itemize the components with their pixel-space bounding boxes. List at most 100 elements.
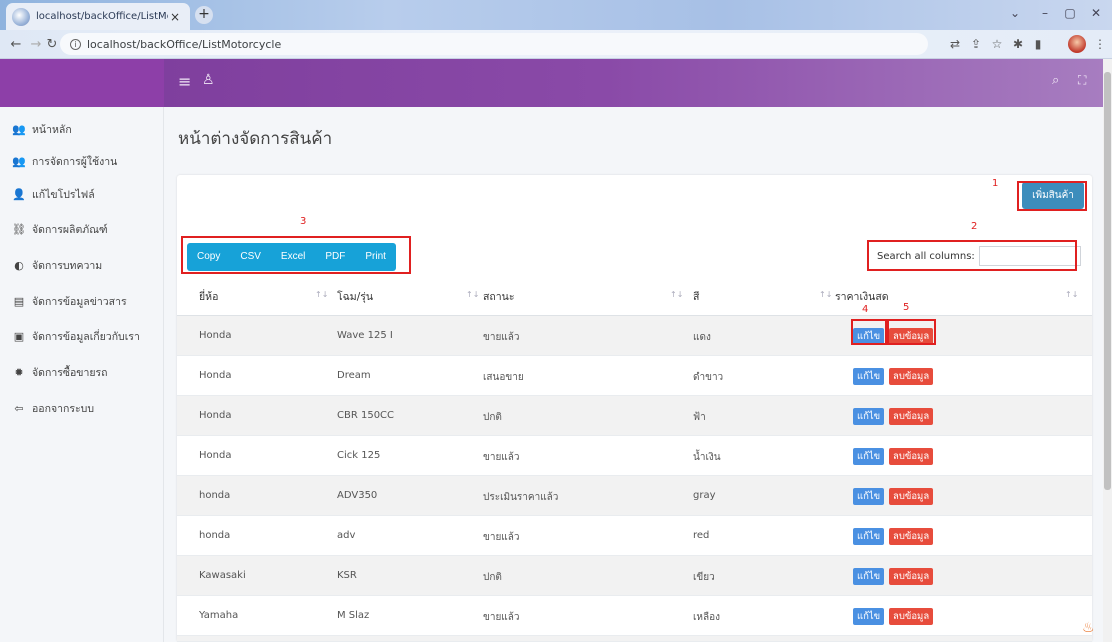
page-title: หน้าต่างจัดการสินค้า [178, 129, 333, 149]
half-circle-icon: ◐ [14, 258, 24, 272]
sidepanel-icon[interactable]: ▮ [1030, 36, 1046, 52]
add-product-button[interactable]: เพิ่มสินค้า [1022, 182, 1084, 209]
delete-button[interactable]: ลบข้อมูล [889, 528, 934, 545]
delete-button[interactable]: ลบข้อมูล [889, 488, 934, 505]
cell-brand: Honda [199, 410, 232, 421]
cell-brand: Yamaha [199, 610, 239, 621]
column-header-model[interactable]: โฉม/รุ่น [337, 288, 373, 305]
table-row: Honda CBR 150CC ปกติ ฟ้า แก้ไข ลบข้อมูล [177, 396, 1092, 436]
sidebar-item-user-management[interactable]: 👥 การจัดการผู้ใช้งาน [12, 151, 162, 171]
url-field[interactable]: i localhost/backOffice/ListMotorcycle [60, 33, 928, 55]
sort-icon[interactable]: ↑↓ [819, 290, 832, 299]
close-window-button[interactable]: ✕ [1084, 6, 1108, 20]
search-input[interactable] [978, 246, 1081, 266]
cell-brand: honda [199, 490, 231, 501]
forward-arrow-icon[interactable]: → [28, 37, 44, 52]
cell-brand: Honda [199, 370, 232, 381]
cell-color: red [693, 530, 710, 541]
sitemap-icon: ⛓ [12, 222, 26, 236]
sidebar-item-edit-profile[interactable]: 👤 แก้ไขโปรไฟล์ [12, 184, 162, 204]
edit-button[interactable]: แก้ไข [853, 608, 885, 625]
delete-button[interactable]: ลบข้อมูล [889, 568, 934, 585]
new-tab-button[interactable]: + [195, 6, 213, 24]
newspaper-icon: ▤ [13, 294, 25, 308]
share-icon[interactable]: ⇪ [968, 36, 984, 52]
maximize-button[interactable]: ▢ [1058, 6, 1082, 20]
sidebar-item-products[interactable]: ⛓ จัดการผลิตภัณฑ์ [12, 219, 162, 239]
pdf-button[interactable]: PDF [315, 243, 356, 271]
browser-tab[interactable]: localhost/backOffice/ListMotorc × [6, 3, 190, 30]
cell-status: ปกติ [483, 412, 502, 423]
edit-button[interactable]: แก้ไข [853, 488, 885, 505]
user-icon[interactable]: ♙ [202, 72, 215, 88]
flame-icon[interactable]: ♨ [1082, 620, 1095, 636]
menu-dots-icon[interactable]: ⋮ [1092, 36, 1108, 52]
table-row: YamahaFinoปกติเทา ดำ แดงแก้ไขลบข้อมูล [177, 636, 1092, 642]
profile-avatar[interactable] [1068, 35, 1086, 53]
minimize-button[interactable]: – [1033, 6, 1057, 20]
column-header-color[interactable]: สี [693, 288, 699, 305]
sidebar-item-home[interactable]: 👥 หน้าหลัก [12, 119, 162, 139]
column-header-brand[interactable]: ยี่ห้อ [199, 288, 218, 305]
extensions-icon[interactable]: ✱ [1010, 36, 1026, 52]
sidebar-item-label: จัดการข้อมูลข่าวสาร [32, 295, 127, 308]
table-row: Honda Cick 125 ขายแล้ว น้ำเงิน แก้ไข ลบข้อมูล [177, 436, 1092, 476]
hamburger-menu-icon[interactable]: ≡ [178, 72, 191, 91]
annotation-label-5: 5 [903, 302, 910, 313]
edit-button[interactable]: แก้ไข [853, 568, 885, 585]
sidebar-item-car-trading[interactable]: ✹ จัดการซื้อขายรถ [12, 362, 162, 382]
table-row: honda adv ขายแล้ว red แก้ไข ลบข้อมูล [177, 516, 1092, 556]
brand-area [0, 59, 164, 107]
back-arrow-icon[interactable]: ← [8, 37, 24, 52]
delete-button[interactable]: ลบข้อมูล [889, 408, 934, 425]
annotation-label-4: 4 [862, 304, 869, 315]
column-header-status[interactable]: สถานะ [483, 288, 514, 305]
print-button[interactable]: Print [355, 243, 396, 271]
fullscreen-icon[interactable]: ⛶ [1078, 73, 1086, 88]
sort-icon[interactable]: ↑↓ [670, 290, 683, 299]
app-header: ≡ ♙ ⌕ ⛶ [0, 59, 1103, 107]
sidebar-item-logout[interactable]: ⇦ ออกจากระบบ [12, 398, 162, 418]
translate-icon[interactable]: ⇄ [947, 36, 963, 52]
delete-button[interactable]: ลบข้อมูล [889, 368, 934, 385]
sort-icon[interactable]: ↑↓ [1065, 290, 1078, 299]
cell-model: Cick 125 [337, 450, 381, 461]
edit-button[interactable]: แก้ไข [853, 368, 885, 385]
cell-model: Wave 125 I [337, 330, 393, 341]
page-scrollbar-thumb[interactable] [1104, 72, 1111, 490]
sidebar-item-label: ออกจากระบบ [32, 402, 94, 415]
csv-button[interactable]: CSV [230, 243, 271, 271]
edit-button[interactable]: แก้ไข [853, 528, 885, 545]
search-icon[interactable]: ⌕ [1052, 73, 1059, 88]
edit-button[interactable]: แก้ไข [853, 408, 885, 425]
cell-model: M Slaz [337, 610, 370, 621]
table-row: Honda Wave 125 I ขายแล้ว แดง แก้ไข ลบข้อมูล [177, 316, 1092, 356]
table-row: Yamaha M Slaz ขายแล้ว เหลือง แก้ไข ลบข้อมูล [177, 596, 1092, 636]
copy-button[interactable]: Copy [187, 243, 231, 271]
delete-button[interactable]: ลบข้อมูล [889, 328, 934, 345]
cell-brand: Kawasaki [199, 570, 246, 581]
sidebar-item-news[interactable]: ▤ จัดการข้อมูลข่าวสาร [12, 291, 162, 311]
cell-brand: honda [199, 530, 231, 541]
delete-button[interactable]: ลบข้อมูล [889, 448, 934, 465]
sidebar-item-about[interactable]: ▣ จัดการข้อมูลเกี่ยวกับเรา [12, 326, 162, 346]
address-bar-row: ← → ↻ i localhost/backOffice/ListMotorcy… [0, 30, 1112, 59]
star-icon[interactable]: ☆ [989, 36, 1005, 52]
sidebar-item-articles[interactable]: ◐ จัดการบทความ [12, 255, 162, 275]
info-icon[interactable]: i [70, 38, 81, 50]
cell-model: ADV350 [337, 490, 378, 501]
url-text: localhost/backOffice/ListMotorcycle [87, 37, 282, 51]
edit-button[interactable]: แก้ไข [853, 448, 885, 465]
column-header-price[interactable]: ราคาเงินสด [835, 288, 889, 305]
annotation-label-1: 1 [992, 178, 999, 189]
sort-icon[interactable]: ↑↓ [315, 290, 328, 299]
tab-close-icon[interactable]: × [168, 10, 182, 24]
sort-icon[interactable]: ↑↓ [466, 290, 479, 299]
edit-button[interactable]: แก้ไข [853, 328, 885, 345]
table-row: Honda Dream เสนอขาย ดำขาว แก้ไข ลบข้อมูล [177, 356, 1092, 396]
table-row: honda ADV350 ประเมินราคาแล้ว gray แก้ไข ลบข้อ… [177, 476, 1092, 516]
excel-button[interactable]: Excel [270, 243, 316, 271]
delete-button[interactable]: ลบข้อมูล [889, 608, 934, 625]
tab-search-chevron-icon[interactable]: ⌄ [1003, 6, 1027, 20]
reload-icon[interactable]: ↻ [44, 37, 60, 52]
